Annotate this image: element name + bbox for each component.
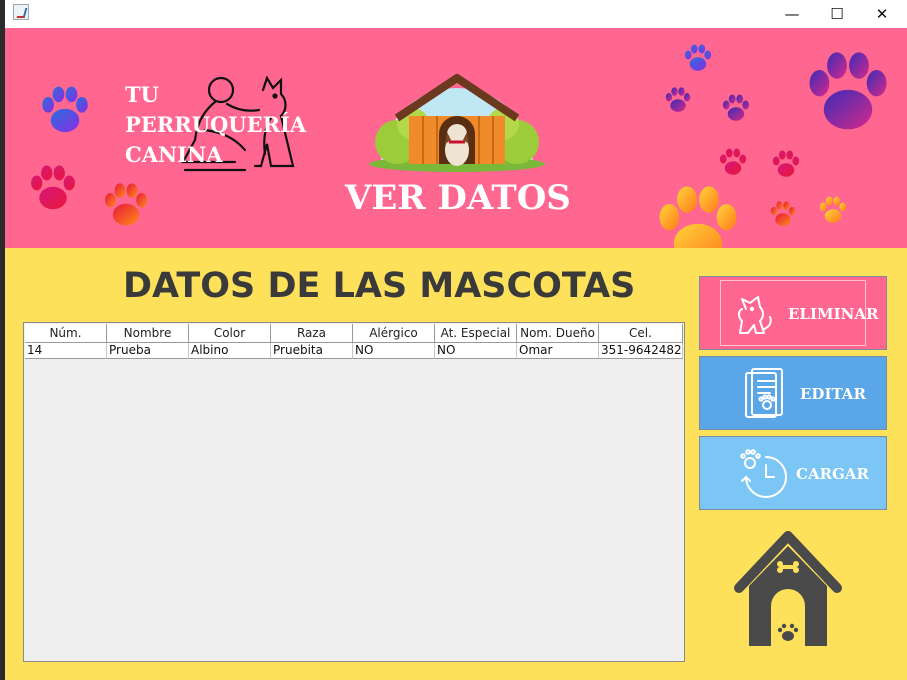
- table-cell[interactable]: Prueba: [107, 343, 189, 359]
- column-header-alergico[interactable]: Alérgico: [353, 324, 435, 343]
- brand-name: TU PERRUQUERÍA CANINA: [125, 82, 307, 167]
- table-cell[interactable]: NO: [353, 343, 435, 359]
- cargar-button[interactable]: CARGAR: [699, 436, 887, 510]
- eliminar-label: ELIMINAR: [788, 305, 879, 323]
- page-title: VER DATOS: [345, 178, 571, 218]
- table-cell[interactable]: Omar: [517, 343, 599, 359]
- cargar-label: CARGAR: [796, 465, 869, 483]
- column-header-raza[interactable]: Raza: [271, 324, 353, 343]
- app-window: — ☐ ✕ TU PERRUQUERÍA CANINA VER DATOS DA…: [5, 0, 907, 680]
- table-cell[interactable]: 14: [25, 343, 107, 359]
- table-row[interactable]: 14 Prueba Albino Pruebita NO NO Omar 351…: [25, 343, 683, 359]
- column-header-nombre[interactable]: Nombre: [107, 324, 189, 343]
- java-app-icon: [13, 4, 29, 20]
- table-cell[interactable]: Pruebita: [271, 343, 353, 359]
- column-header-at-especial[interactable]: At. Especial: [435, 324, 517, 343]
- column-header-num[interactable]: Núm.: [25, 324, 107, 343]
- dog-icon: [738, 296, 772, 334]
- editar-button[interactable]: EDITAR: [699, 356, 887, 430]
- column-header-nom-dueno[interactable]: Nom. Dueño: [517, 324, 599, 343]
- dog-in-kennel-icon: [369, 74, 545, 172]
- paw-clock-icon: [740, 449, 787, 498]
- section-title: DATOS DE LAS MASCOTAS: [123, 266, 636, 306]
- maximize-button[interactable]: ☐: [814, 0, 860, 28]
- header-banner: TU PERRUQUERÍA CANINA VER DATOS: [5, 28, 907, 248]
- pets-table[interactable]: Núm. Nombre Color Raza Alérgico At. Espe…: [23, 322, 685, 662]
- table-cell[interactable]: NO: [435, 343, 517, 359]
- table-header: Núm. Nombre Color Raza Alérgico At. Espe…: [25, 324, 683, 343]
- table-cell[interactable]: Albino: [189, 343, 271, 359]
- editar-label: EDITAR: [800, 385, 866, 403]
- table-cell[interactable]: 351-9642482: [599, 343, 683, 359]
- minimize-button[interactable]: —: [769, 0, 815, 28]
- close-button[interactable]: ✕: [859, 0, 905, 28]
- column-header-color[interactable]: Color: [189, 324, 271, 343]
- clipboard-paw-icon: [745, 368, 783, 418]
- title-bar: — ☐ ✕: [5, 0, 907, 28]
- column-header-cel[interactable]: Cel.: [599, 324, 683, 343]
- eliminar-button[interactable]: ELIMINAR: [699, 276, 887, 350]
- dog-house-icon: [734, 531, 842, 646]
